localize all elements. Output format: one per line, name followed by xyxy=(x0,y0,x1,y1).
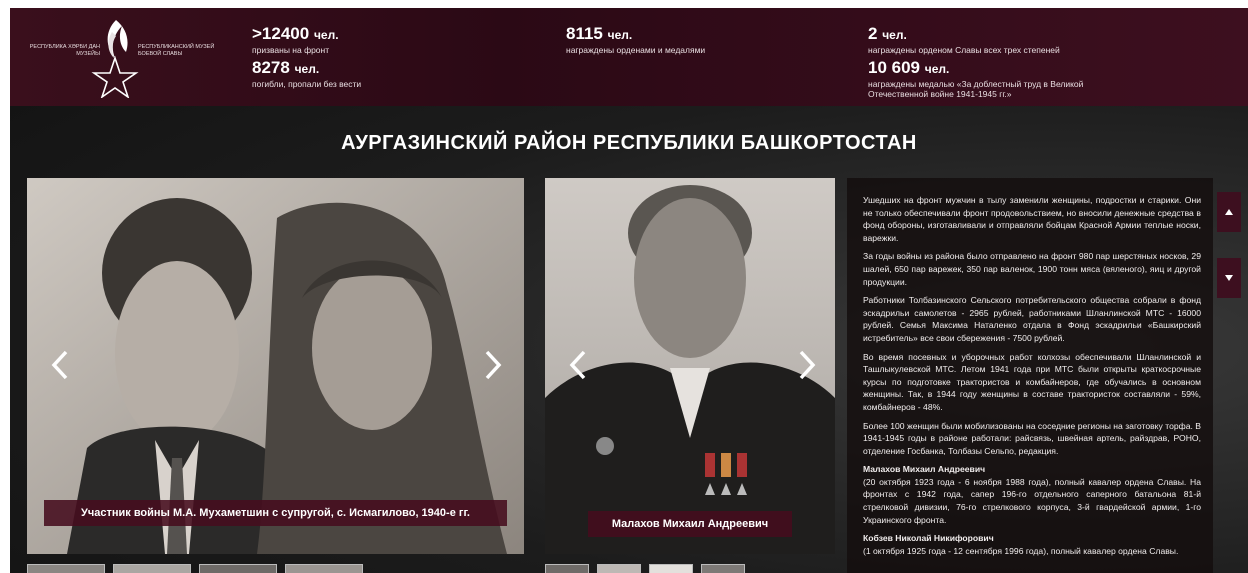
photo-slider-couple[interactable]: Участник войны М.А. Мухаметшин с супруго… xyxy=(27,178,524,554)
scroll-down-button[interactable] xyxy=(1217,258,1241,298)
text-paragraph: Более 100 женщин были мобилизованы на со… xyxy=(863,420,1201,456)
thumbnail[interactable] xyxy=(27,564,105,573)
person-name: Малахов Михаил Андреевич xyxy=(863,464,986,475)
history-text-panel[interactable]: Ушедших на фронт мужчин в тылу заменили … xyxy=(847,178,1213,573)
stat-description: награждены медалью «За доблестный труд в… xyxy=(868,79,1084,99)
person-name: Кобзев Николай Никифорович xyxy=(863,533,994,544)
stats-header: Республика Хәрби дан музейы Республиканс… xyxy=(10,8,1248,106)
text-paragraph: Работники Толбазинского Сельского потреб… xyxy=(863,295,1201,343)
thumbnail[interactable] xyxy=(285,564,363,573)
thumbnail[interactable] xyxy=(113,564,191,573)
page-title: АУРГАЗИНСКИЙ РАЙОН РЕСПУБЛИКИ БАШКОРТОСТ… xyxy=(341,132,917,154)
text-paragraph: Во время посевных и уборочных работ колх… xyxy=(863,351,1201,412)
stat-description: награждены орденом Славы всех трех степе… xyxy=(868,45,1060,55)
person-bio: (1 октября 1925 года - 12 сентября 1996 … xyxy=(863,545,1179,556)
stat-number: 8278 чел. xyxy=(252,58,320,77)
chevron-right-icon[interactable] xyxy=(796,348,818,382)
stat-description: призваны на фронт xyxy=(252,45,330,55)
chevron-left-icon[interactable] xyxy=(567,348,589,382)
stat-description: погибли, пропали без вести xyxy=(252,79,362,89)
slide-caption: Участник войны М.А. Мухаметшин с супруго… xyxy=(44,500,507,526)
thumbnail[interactable] xyxy=(701,564,745,573)
slide-caption: Малахов Михаил Андреевич xyxy=(588,511,792,537)
page-stage: Республика Хәрби дан музейы Республиканс… xyxy=(10,8,1248,573)
stat-number: 10 609 чел. xyxy=(868,58,950,77)
stat-missing: 8278 чел. погибли, пропали без вести xyxy=(252,58,361,89)
thumbnail[interactable] xyxy=(199,564,277,573)
thumbnail[interactable] xyxy=(545,564,589,573)
chevron-left-icon[interactable] xyxy=(49,348,71,382)
photo-slider-portrait[interactable]: Малахов Михаил Андреевич xyxy=(545,178,835,554)
stat-called-up: >12400 чел. призваны на фронт xyxy=(252,24,339,55)
thumbnail[interactable] xyxy=(597,564,641,573)
stat-number: >12400 чел. xyxy=(252,24,339,43)
stat-awarded: 8115 чел. награждены орденами и медалями xyxy=(566,24,705,55)
person-bio: (20 октября 1923 года - 6 ноября 1988 го… xyxy=(863,476,1201,525)
stat-description: награждены орденами и медалями xyxy=(566,45,706,55)
caret-up-icon xyxy=(1225,209,1233,215)
chevron-right-icon[interactable] xyxy=(482,348,504,382)
thumbnail[interactable] xyxy=(649,564,693,573)
caret-down-icon xyxy=(1225,275,1233,281)
museum-logo[interactable]: Республика Хәрби дан музейы Республиканс… xyxy=(28,18,228,98)
stat-number: 8115 чел. xyxy=(566,24,633,43)
star-flame-logo-icon xyxy=(91,20,139,98)
text-paragraph: Ушедших на фронт мужчин в тылу заменили … xyxy=(863,195,1201,243)
stat-labor-medal: 10 609 чел. награждены медалью «За добле… xyxy=(868,58,1118,99)
logo-right-text: Республиканский музей боевой славы xyxy=(138,44,215,57)
stat-glory-order: 2 чел. награждены орденом Славы всех тре… xyxy=(868,24,1060,55)
stat-number: 2 чел. xyxy=(868,24,907,43)
text-paragraph: За годы войны из района было отправлено … xyxy=(863,251,1201,287)
couple-photo xyxy=(27,178,524,554)
scroll-up-button[interactable] xyxy=(1217,192,1241,232)
